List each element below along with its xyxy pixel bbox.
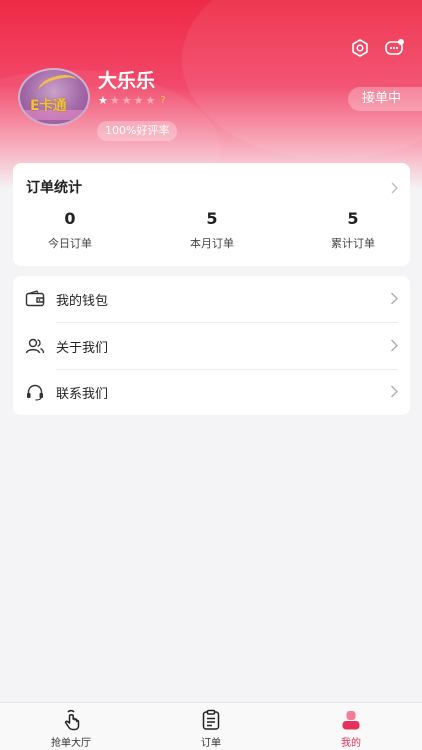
- chevron-right-icon: [390, 383, 398, 402]
- stat-value: 0: [64, 209, 76, 228]
- order-stats-card[interactable]: 订单统计 0 今日订单 5 本月订单 5 累计订单: [13, 163, 410, 266]
- stat-today: 0 今日订单: [15, 209, 125, 251]
- star-icon: ★: [145, 94, 156, 107]
- good-rate-badge: 100%好评率: [97, 121, 178, 141]
- tab-label: 抢单大厅: [51, 738, 91, 749]
- tab-label: 订单: [201, 738, 221, 749]
- tab-label: 我的: [341, 738, 361, 749]
- headset-icon: [25, 382, 45, 402]
- message-icon[interactable]: [384, 37, 406, 59]
- rating-value: ?: [160, 95, 166, 106]
- menu-item-wallet[interactable]: 我的钱包: [13, 276, 410, 322]
- users-icon: [25, 336, 45, 356]
- star-icon: ★: [121, 94, 132, 107]
- hand-tap-icon: [36, 709, 106, 731]
- menu-item-about[interactable]: 关于我们: [13, 323, 410, 369]
- menu-item-label: 联系我们: [56, 386, 109, 402]
- star-icon: ★: [98, 94, 108, 107]
- menu-card: 我的钱包 关于我们 联系我们: [13, 276, 410, 415]
- settings-icon[interactable]: [349, 37, 371, 59]
- wallet-icon: [25, 289, 45, 309]
- rating-stars: ★ ★ ★ ★ ★ ?: [98, 95, 166, 106]
- stat-month: 5 本月订单: [157, 209, 267, 251]
- user-name: 大乐乐: [98, 70, 156, 92]
- avatar-logo-text: E卡通: [30, 98, 67, 114]
- chevron-right-icon[interactable]: [390, 179, 398, 198]
- menu-item-label: 我的钱包: [56, 293, 109, 309]
- tab-mine[interactable]: 我的: [316, 709, 386, 749]
- chevron-right-icon: [390, 290, 398, 309]
- order-status-button[interactable]: 接单中: [348, 87, 422, 111]
- star-icon: ★: [133, 94, 144, 107]
- stats-title: 订单统计: [26, 180, 82, 196]
- stat-total: 5 累计订单: [298, 209, 408, 251]
- stat-label: 本月订单: [190, 237, 234, 250]
- tab-orders[interactable]: 订单: [176, 709, 246, 749]
- user-icon: [316, 709, 386, 731]
- star-icon: ★: [109, 94, 120, 107]
- menu-item-contact[interactable]: 联系我们: [13, 369, 410, 415]
- stat-label: 累计订单: [331, 237, 375, 250]
- tab-grab-orders[interactable]: 抢单大厅: [36, 709, 106, 749]
- profile-header: E卡通 大乐乐 ★ ★ ★ ★ ★ ? 100%好评率 接单中: [0, 0, 422, 190]
- clipboard-icon: [176, 709, 246, 731]
- avatar[interactable]: E卡通: [18, 68, 90, 126]
- stat-label: 今日订单: [48, 237, 92, 250]
- chevron-right-icon: [390, 337, 398, 356]
- stat-value: 5: [206, 209, 218, 228]
- stat-value: 5: [347, 209, 359, 228]
- menu-item-label: 关于我们: [56, 340, 109, 356]
- bottom-tab-bar: 抢单大厅 订单 我的: [0, 702, 422, 750]
